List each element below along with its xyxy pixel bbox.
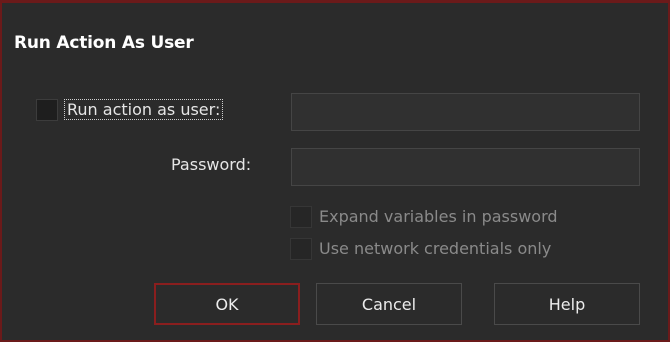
password-input[interactable] bbox=[291, 148, 640, 186]
run-action-as-user-dialog: Run Action As User Run action as user: P… bbox=[0, 0, 670, 342]
cancel-button[interactable]: Cancel bbox=[316, 283, 462, 325]
run-as-user-checkbox[interactable] bbox=[36, 99, 58, 121]
network-credentials-checkbox[interactable] bbox=[290, 238, 312, 260]
username-input[interactable] bbox=[291, 93, 640, 131]
help-button[interactable]: Help bbox=[494, 283, 640, 325]
network-credentials-label: Use network credentials only bbox=[319, 239, 552, 258]
expand-variables-checkbox[interactable] bbox=[290, 206, 312, 228]
dialog-title: Run Action As User bbox=[14, 33, 194, 53]
password-label: Password: bbox=[171, 155, 252, 174]
run-as-user-label[interactable]: Run action as user: bbox=[63, 99, 224, 120]
expand-variables-label: Expand variables in password bbox=[319, 207, 558, 226]
ok-button[interactable]: OK bbox=[154, 283, 300, 325]
